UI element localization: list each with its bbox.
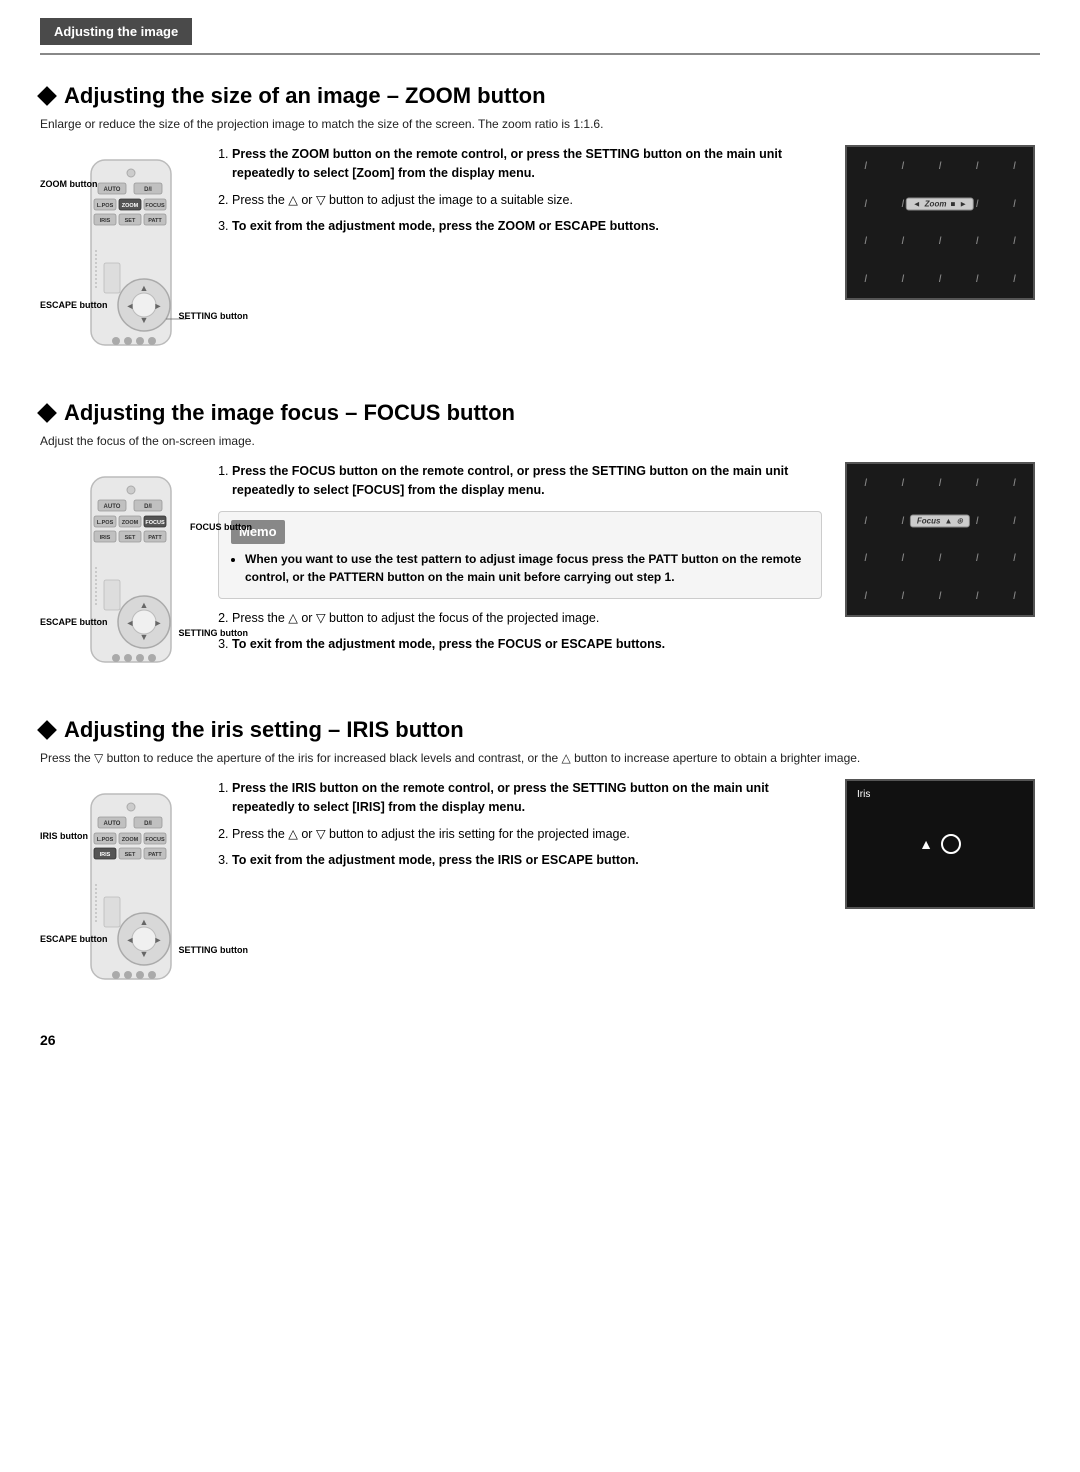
section1-title: Adjusting the size of an image – ZOOM bu… — [40, 83, 1040, 109]
svg-text:AUTO: AUTO — [104, 504, 121, 510]
svg-text:L.POS: L.POS — [97, 203, 114, 209]
svg-text:▼: ▼ — [140, 632, 149, 642]
page-header-bar: Adjusting the image — [0, 0, 1080, 45]
section2-body: FOCUS button AUTO D/I L.POS ZOOM FOCUS I… — [40, 462, 1040, 685]
section2-steps-list-2: Press the △ or ▽ button to adjust the fo… — [232, 609, 822, 655]
iris-overlay: ▲ — [919, 834, 961, 854]
section3-instructions: Press the IRIS button on the remote cont… — [218, 779, 822, 879]
memo-box: Memo When you want to use the test patte… — [218, 511, 822, 599]
svg-text:FOCUS: FOCUS — [145, 837, 165, 843]
focus-button-label: FOCUS button — [190, 522, 252, 534]
remote-svg-iris: AUTO D/I L.POS ZOOM FOCUS IRIS SET PATT — [76, 789, 186, 999]
iris-circle-icon — [941, 834, 961, 854]
section2-subtitle: Adjust the focus of the on-screen image. — [40, 434, 1040, 448]
section2-step1: Press the FOCUS button on the remote con… — [232, 462, 822, 501]
setting-button-label-focus: SETTING button — [179, 628, 249, 640]
section3-subtitle: Press the ▽ button to reduce the apertur… — [40, 751, 1040, 765]
zoom-button-label: ZOOM button — [40, 179, 97, 191]
section2-screen-figure: IIIII II Focus ▲ ⊕ II IIIII IIIII — [840, 462, 1040, 617]
svg-text:ZOOM: ZOOM — [122, 203, 139, 209]
svg-text:▲: ▲ — [140, 917, 149, 927]
section1-step3: To exit from the adjustment mode, press … — [232, 217, 822, 236]
svg-text:▼: ▼ — [140, 949, 149, 959]
svg-text:ZOOM: ZOOM — [122, 520, 139, 526]
diamond-icon-2 — [37, 403, 57, 423]
svg-text:SET: SET — [125, 535, 136, 541]
svg-text:▲: ▲ — [140, 283, 149, 293]
svg-text:PATT: PATT — [148, 535, 162, 541]
svg-text:AUTO: AUTO — [104, 821, 121, 827]
svg-text:►: ► — [154, 301, 163, 311]
escape-button-label-zoom: ESCAPE button — [40, 300, 108, 312]
svg-text:◄: ◄ — [126, 618, 135, 628]
svg-text:SET: SET — [125, 852, 136, 858]
svg-text:◄: ◄ — [126, 935, 135, 945]
iris-button-label: IRIS button — [40, 831, 88, 843]
section3-remote-figure: IRIS button AUTO D/I L.POS ZOOM FOCUS IR… — [40, 789, 200, 1002]
section2-step2: Press the △ or ▽ button to adjust the fo… — [232, 609, 822, 628]
svg-text:SET: SET — [125, 218, 136, 224]
section1-body: ZOOM button AUTO D/I L.POS ZOOM — [40, 145, 1040, 368]
memo-item: When you want to use the test pattern to… — [245, 550, 809, 586]
diamond-icon — [37, 86, 57, 106]
section1-screen-figure: IIIII II ◄ Zoom ■ ► II IIIII IIIII — [840, 145, 1040, 300]
svg-text:D/I: D/I — [144, 821, 152, 827]
section3-body: IRIS button AUTO D/I L.POS ZOOM FOCUS IR… — [40, 779, 1040, 1002]
section2-steps-list: Press the FOCUS button on the remote con… — [232, 462, 822, 501]
section-header: Adjusting the image — [40, 18, 192, 45]
svg-text:FOCUS: FOCUS — [145, 520, 165, 526]
svg-text:L.POS: L.POS — [97, 520, 114, 526]
section1-remote-figure: ZOOM button AUTO D/I L.POS ZOOM — [40, 155, 200, 368]
diamond-icon-3 — [37, 720, 57, 740]
svg-text:L.POS: L.POS — [97, 837, 114, 843]
section1-steps-list: Press the ZOOM button on the remote cont… — [232, 145, 822, 237]
setting-button-label-zoom: SETTING button — [179, 311, 249, 323]
escape-button-label-focus: ESCAPE button — [40, 617, 108, 629]
section1-subtitle: Enlarge or reduce the size of the projec… — [40, 117, 1040, 131]
svg-text:IRIS: IRIS — [100, 535, 111, 541]
section3-title: Adjusting the iris setting – IRIS button — [40, 717, 1040, 743]
svg-text:IRIS: IRIS — [100, 218, 111, 224]
divider — [40, 53, 1040, 55]
focus-bar: Focus ▲ ⊕ — [910, 514, 970, 527]
section2-title: Adjusting the image focus – FOCUS button — [40, 400, 1040, 426]
section2-remote-figure: FOCUS button AUTO D/I L.POS ZOOM FOCUS I… — [40, 472, 200, 685]
zoom-bar: ◄ Zoom ■ ► — [906, 197, 974, 210]
svg-text:PATT: PATT — [148, 852, 162, 858]
section3-step3: To exit from the adjustment mode, press … — [232, 851, 822, 870]
svg-text:PATT: PATT — [148, 218, 162, 224]
section2-screen: IIIII II Focus ▲ ⊕ II IIIII IIIII — [845, 462, 1035, 617]
section1-step2: Press the △ or ▽ Press the △ or ▽ button… — [232, 191, 822, 210]
svg-text:▲: ▲ — [140, 600, 149, 610]
section3-step2: Press the △ or ▽ button to adjust the ir… — [232, 825, 822, 844]
section1-instructions: Press the ZOOM button on the remote cont… — [218, 145, 822, 245]
svg-text:AUTO: AUTO — [104, 187, 121, 193]
svg-text:►: ► — [154, 618, 163, 628]
section1-screen: IIIII II ◄ Zoom ■ ► II IIIII IIIII — [845, 145, 1035, 300]
section2-instructions: Press the FOCUS button on the remote con… — [218, 462, 822, 663]
svg-text:D/I: D/I — [144, 187, 152, 193]
svg-text:IRIS: IRIS — [100, 852, 111, 858]
section3-iris-screen: Iris ▲ — [845, 779, 1035, 909]
section3-step1: Press the IRIS button on the remote cont… — [232, 779, 822, 818]
section1-step1: Press the ZOOM button on the remote cont… — [232, 145, 822, 184]
svg-text:▼: ▼ — [140, 315, 149, 325]
section3-screen-figure: Iris ▲ — [840, 779, 1040, 909]
section2-step3: To exit from the adjustment mode, press … — [232, 635, 822, 654]
setting-button-label-iris: SETTING button — [179, 945, 249, 957]
svg-text:◄: ◄ — [126, 301, 135, 311]
page-number: 26 — [40, 1032, 1040, 1048]
iris-screen-label: Iris — [857, 789, 870, 800]
page-content: Adjusting the size of an image – ZOOM bu… — [0, 83, 1080, 1088]
svg-text:►: ► — [154, 935, 163, 945]
remote-svg-focus: AUTO D/I L.POS ZOOM FOCUS IRIS SET PATT — [76, 472, 186, 682]
svg-text:FOCUS: FOCUS — [145, 203, 165, 209]
svg-text:ZOOM: ZOOM — [122, 837, 139, 843]
section3-steps-list: Press the IRIS button on the remote cont… — [232, 779, 822, 871]
escape-button-label-iris: ESCAPE button — [40, 934, 108, 946]
iris-up-arrow: ▲ — [919, 836, 933, 852]
svg-text:D/I: D/I — [144, 504, 152, 510]
memo-list: When you want to use the test pattern to… — [245, 550, 809, 586]
